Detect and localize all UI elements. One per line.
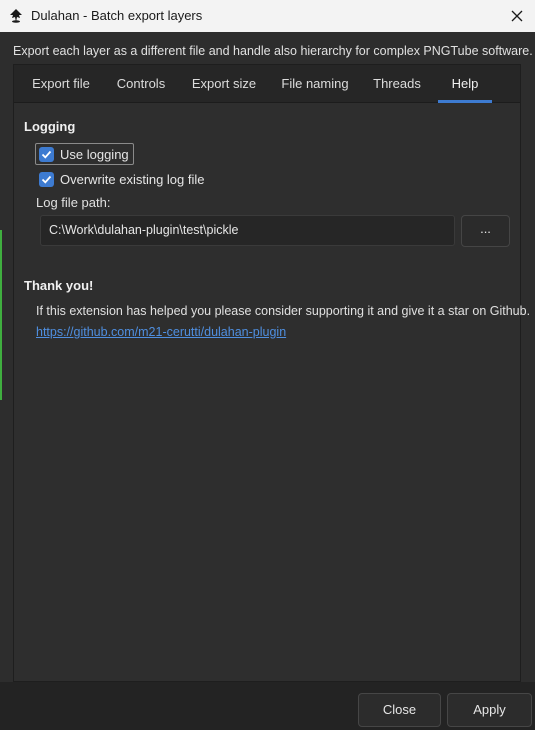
checkmark-icon — [39, 171, 54, 187]
log-path-label: Log file path: — [36, 195, 111, 210]
tab-controls[interactable]: Controls — [106, 65, 176, 102]
checkmark-icon — [39, 146, 54, 162]
tab-export-file[interactable]: Export file — [21, 65, 101, 102]
log-path-input[interactable]: C:\Work\dulahan-plugin\test\pickle — [40, 215, 455, 246]
close-button[interactable]: Close — [358, 693, 441, 727]
tab-file-naming[interactable]: File naming — [272, 65, 358, 102]
window-edge-accent — [0, 230, 2, 400]
window-title: Dulahan - Batch export layers — [31, 8, 203, 23]
logging-section-title: Logging — [24, 119, 76, 134]
tab-help[interactable]: Help — [438, 65, 492, 103]
title-bar: Dulahan - Batch export layers — [0, 0, 535, 32]
dialog-footer: Close Apply — [0, 682, 535, 730]
browse-button[interactable]: ... — [461, 215, 510, 247]
description-text: Export each layer as a different file an… — [13, 44, 533, 58]
use-logging-label: Use logging — [60, 146, 129, 162]
tab-threads[interactable]: Threads — [364, 65, 430, 102]
overwrite-log-label: Overwrite existing log file — [60, 171, 205, 187]
tab-export-size[interactable]: Export size — [182, 65, 266, 102]
inkscape-icon — [8, 8, 24, 24]
thanks-text: If this extension has helped you please … — [36, 304, 531, 318]
overwrite-log-checkbox[interactable]: Overwrite existing log file — [36, 168, 209, 190]
use-logging-checkbox[interactable]: Use logging — [35, 143, 134, 165]
tab-bar: Export file Controls Export size File na… — [14, 65, 520, 103]
dialog-window: Dulahan - Batch export layers Export eac… — [0, 0, 535, 730]
tab-panel: Export file Controls Export size File na… — [13, 64, 530, 682]
close-icon[interactable] — [499, 0, 535, 32]
github-link[interactable]: https://github.com/m21-cerutti/dulahan-p… — [36, 325, 286, 339]
apply-button[interactable]: Apply — [447, 693, 532, 727]
thanks-section-title: Thank you! — [24, 278, 94, 293]
